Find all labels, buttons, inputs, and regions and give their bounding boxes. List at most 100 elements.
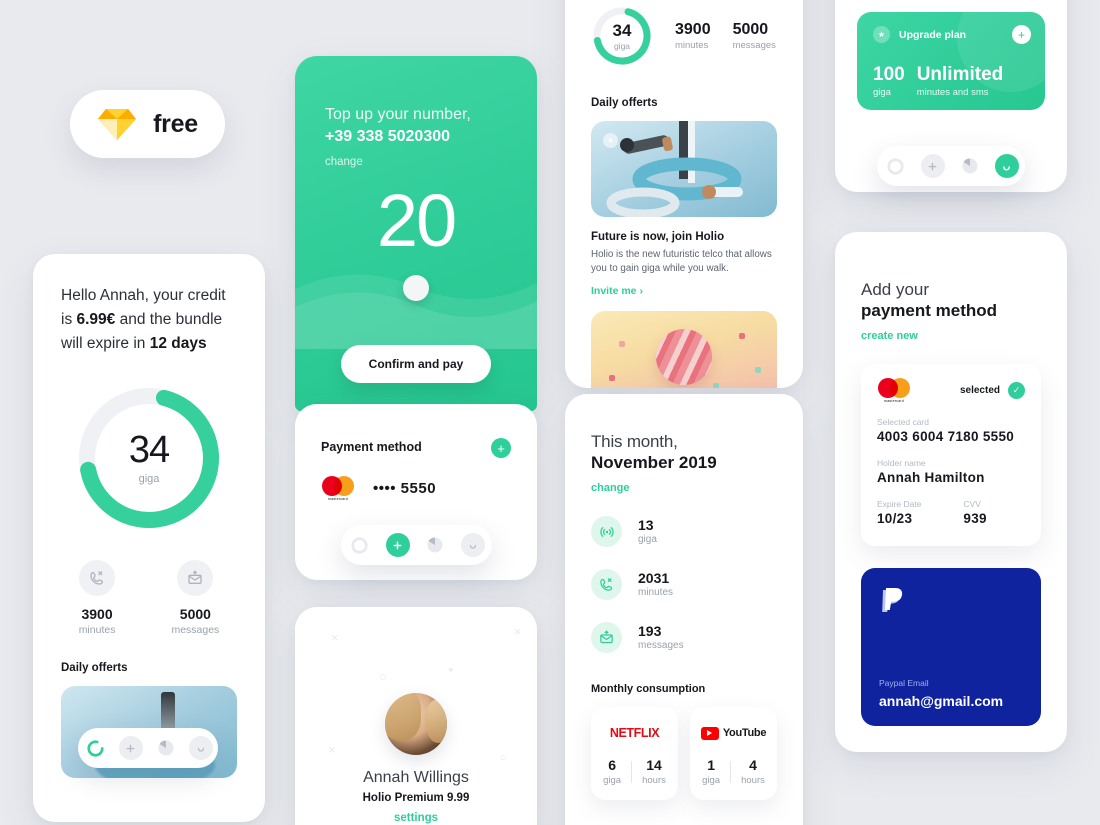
this-month-card: This month, November 2019 change 13 giga <box>565 394 803 825</box>
usage-messages-label: messages <box>732 40 776 51</box>
profile-card: ✕ ○ ✦ ✕ ✕ ○ Annah Willings Holio Premium… <box>295 607 537 825</box>
youtube-hours-value: 4 <box>749 757 757 773</box>
invite-me-link[interactable]: Invite me › <box>591 285 777 297</box>
nav-smiley-icon[interactable] <box>461 533 486 557</box>
mastercard-wordmark: mastercard <box>328 497 348 501</box>
gauge-value: 34 <box>128 429 170 472</box>
upgrade-unlimited-label: minutes and sms <box>916 87 989 98</box>
upgrade-add-button[interactable]: + <box>1012 25 1031 44</box>
month-giga-label: giga <box>638 533 657 545</box>
holder-name-value[interactable]: Annah Hamilton <box>877 470 1025 485</box>
selected-indicator[interactable]: selected ✓ <box>960 382 1025 399</box>
payment-method-row[interactable]: mastercard •••• 5550 <box>321 476 511 501</box>
nav-ring-icon[interactable] <box>348 533 372 557</box>
selected-label: selected <box>959 385 1000 396</box>
field-expire-date: Expire Date 10/23 <box>877 499 921 526</box>
mini-data-gauge: 34 giga <box>591 5 653 67</box>
daily-offers-title: Daily offerts <box>591 97 658 109</box>
netflix-wordmark: NETFLIX <box>609 726 660 740</box>
nav-smiley-icon[interactable] <box>188 736 213 760</box>
month-line2: November 2019 <box>591 453 717 472</box>
avatar[interactable] <box>385 693 447 755</box>
amount-slider-knob[interactable] <box>403 275 429 301</box>
topup-card: Top up your number, +39 338 5020300 chan… <box>295 56 537 411</box>
month-line1: This month, <box>591 432 678 451</box>
bottom-nav-upgrade[interactable] <box>877 146 1025 186</box>
sparkle-icon: ✕ <box>328 745 336 755</box>
expire-date-value[interactable]: 10/23 <box>877 511 921 526</box>
add-payment-line2: payment method <box>861 301 998 320</box>
service-card-youtube[interactable]: YouTube 1 giga 4 hours <box>690 707 777 800</box>
confirm-and-pay-button[interactable]: Confirm and pay <box>341 345 491 383</box>
create-new-link[interactable]: create new <box>861 330 1041 342</box>
topup-change-link[interactable]: change <box>325 156 507 168</box>
mastercard-logo: mastercard <box>877 378 911 403</box>
daily-offers-title: Daily offerts <box>61 662 128 675</box>
nav-smiley-icon[interactable] <box>994 154 1019 178</box>
youtube-hours-label: hours <box>741 775 765 786</box>
decorative-sphere <box>656 329 712 386</box>
topup-phone-number: +39 338 5020300 <box>325 127 451 145</box>
nav-ring-icon[interactable] <box>884 154 908 178</box>
month-minutes-value: 2031 <box>638 570 670 587</box>
stat-messages-value: 5000 <box>179 606 211 623</box>
offer-image-secondary[interactable] <box>591 311 777 388</box>
cvv-value[interactable]: 939 <box>963 511 986 526</box>
paypal-card[interactable]: Paypal Email annah@gmail.com <box>861 568 1041 726</box>
sketch-diamond-icon <box>98 109 137 140</box>
netflix-hours-label: hours <box>642 775 666 786</box>
usage-minutes: 3900 minutes <box>675 21 711 51</box>
nav-pie-chart-icon[interactable] <box>958 154 982 178</box>
youtube-giga-value: 1 <box>707 757 715 773</box>
month-row-messages: 193 messages <box>591 622 777 653</box>
nav-ring-icon[interactable] <box>84 736 108 760</box>
month-row-giga: 13 giga <box>591 516 777 547</box>
free-badge[interactable]: free <box>70 90 225 158</box>
usage-minutes-value: 3900 <box>675 21 711 38</box>
usage-messages: 5000 messages <box>733 21 776 51</box>
credit-amount: 6.99€ <box>76 311 116 329</box>
nav-plus-icon[interactable] <box>118 736 143 760</box>
add-payment-button[interactable]: + <box>491 438 511 458</box>
divider <box>730 760 732 783</box>
stat-minutes-label: minutes <box>78 624 116 637</box>
divider <box>631 760 633 783</box>
phone-icon <box>591 569 622 600</box>
chevron-right-icon: › <box>639 285 643 298</box>
overview-stats: 3900 minutes 5000 messages <box>61 560 237 636</box>
netflix-logo: NETFLIX <box>599 725 670 741</box>
star-icon: ★ <box>873 26 890 43</box>
expiry-days: 12 days <box>149 335 207 353</box>
settings-link[interactable]: settings <box>295 812 537 824</box>
nav-plus-icon[interactable] <box>385 533 410 557</box>
monthly-consumption-title: Monthly consumption <box>591 683 706 695</box>
service-card-netflix[interactable]: NETFLIX 6 giga 14 hours <box>591 707 678 800</box>
offer-image[interactable]: ★ <box>591 121 777 217</box>
invite-me-label: Invite me <box>591 285 637 298</box>
month-row-minutes: 2031 minutes <box>591 569 777 600</box>
masked-card-number: •••• 5550 <box>373 480 437 497</box>
nav-pie-chart-icon[interactable] <box>423 533 447 557</box>
netflix-hours-value: 14 <box>646 757 662 773</box>
youtube-giga-label: giga <box>702 775 721 786</box>
sparkle-icon: ✦ <box>447 665 455 675</box>
selected-card-value[interactable]: 4003 6004 7180 5550 <box>877 429 1025 444</box>
sparkle-icon: ✕ <box>514 627 522 637</box>
nav-plus-icon[interactable] <box>920 154 945 178</box>
netflix-giga-label: giga <box>603 775 622 786</box>
month-change-link[interactable]: change <box>591 482 777 494</box>
add-payment-card: Add your payment method create new maste… <box>835 232 1067 752</box>
youtube-play-icon <box>700 726 719 740</box>
usage-summary: 34 giga 3900 minutes 5000 messages <box>591 0 777 67</box>
cvv-label: CVV <box>963 499 981 509</box>
free-badge-label: free <box>153 109 198 138</box>
field-selected-card: Selected card 4003 6004 7180 5550 <box>877 417 1025 444</box>
signal-icon <box>591 516 622 547</box>
bottom-nav-payment[interactable] <box>341 525 492 565</box>
upgrade-banner[interactable]: ★ Upgrade plan + 100 giga Unlimited minu… <box>857 12 1045 110</box>
nav-pie-chart-icon[interactable] <box>154 736 178 760</box>
data-gauge: 34 giga <box>73 382 225 534</box>
stat-messages: 5000 messages <box>171 560 219 636</box>
bottom-nav-overview[interactable] <box>78 728 218 768</box>
check-icon: ✓ <box>1008 382 1025 399</box>
